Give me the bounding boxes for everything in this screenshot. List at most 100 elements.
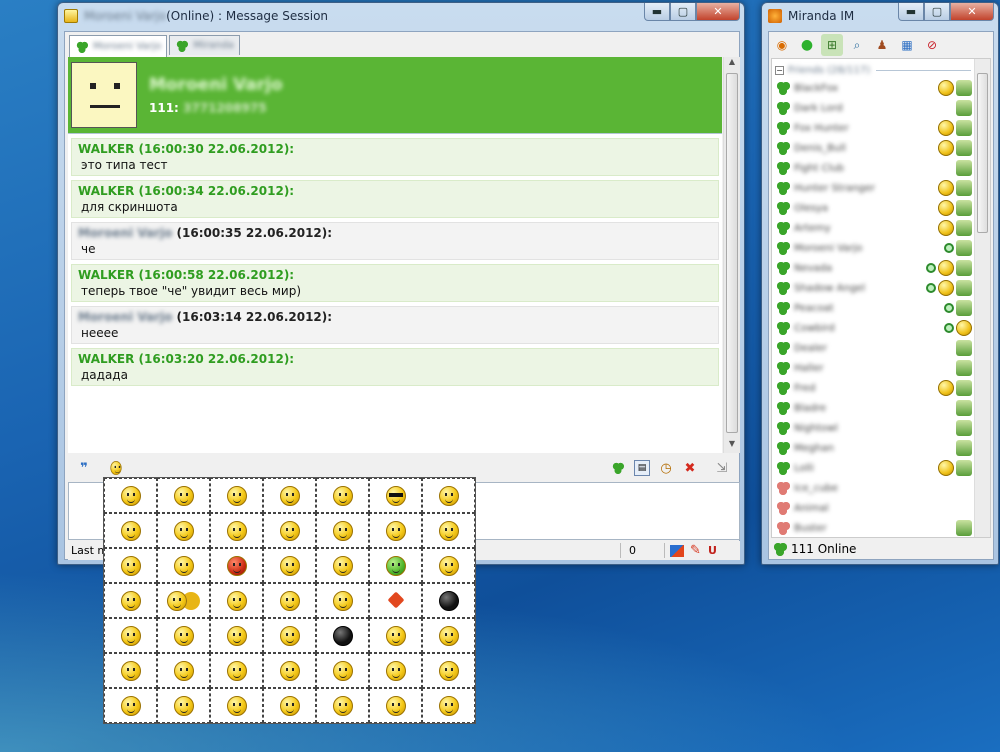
contact-avatar[interactable] [71,62,137,128]
contact-row[interactable]: Nightowl [776,419,972,437]
smiley-cell[interactable] [157,583,210,618]
smiley-cell[interactable] [104,513,157,548]
smiley-cell[interactable] [422,688,475,723]
scrollbar-thumb[interactable] [726,73,738,433]
contact-row[interactable]: Dark Lord [776,99,972,117]
close-button[interactable]: ✕ [950,3,994,21]
smiley-cell[interactable] [157,513,210,548]
maximize-button[interactable]: ▢ [924,3,950,21]
smiley-cell[interactable] [104,618,157,653]
smiley-cell[interactable] [210,478,263,513]
smiley-cell[interactable] [157,548,210,583]
smiley-cell[interactable] [369,583,422,618]
smiley-cell[interactable] [157,618,210,653]
contact-row[interactable]: Denis_Bull [776,139,972,157]
smiley-cell[interactable] [210,618,263,653]
tab-moroeni[interactable]: Moroeni Varjo [69,35,168,57]
smiley-cell[interactable] [369,513,422,548]
scroll-down-arrow-icon[interactable]: ▼ [724,439,740,453]
collapse-icon[interactable]: − [775,65,784,75]
contact-group[interactable]: − Friends (28/117) [775,63,971,77]
smiley-cell[interactable] [422,548,475,583]
account-icon[interactable]: ♟ [871,34,893,56]
smiley-cell[interactable] [263,548,316,583]
send-icon[interactable]: ⇲ [714,460,730,476]
status-online-icon[interactable]: ● [796,34,818,56]
smiley-cell[interactable] [422,513,475,548]
smiley-cell[interactable] [316,618,369,653]
find-user-icon[interactable]: ⌕ [846,34,868,56]
smiley-cell[interactable] [210,653,263,688]
log-scrollbar[interactable]: ▲ ▼ [723,57,740,453]
smiley-cell[interactable] [157,688,210,723]
close-session-icon[interactable]: ✖ [682,460,698,476]
contact-list-scrollbar[interactable] [974,59,990,537]
smiley-cell[interactable] [210,583,263,618]
protocol-icon[interactable] [610,460,626,476]
send-mode-icon[interactable] [670,544,684,557]
smiley-cell[interactable] [263,618,316,653]
contact-row[interactable]: Fred [776,379,972,397]
smiley-cell[interactable] [369,618,422,653]
contact-row[interactable]: Nevada [776,259,972,277]
smiley-cell[interactable] [104,583,157,618]
contact-row[interactable]: BlackFox [776,79,972,97]
smiley-cell[interactable] [263,583,316,618]
message-log[interactable]: WALKER (16:00:30 22.06.2012): это типа т… [68,133,722,453]
smiley-cell[interactable] [263,513,316,548]
contact-row[interactable]: Dealer [776,339,972,357]
smiley-cell[interactable] [210,513,263,548]
smiley-cell[interactable] [104,653,157,688]
contact-row[interactable]: Ice_cube [776,479,972,497]
scroll-up-arrow-icon[interactable]: ▲ [724,57,740,71]
contact-row[interactable]: Meghan [776,439,972,457]
miranda-statusbar[interactable]: 111 Online [771,539,991,559]
smiley-cell[interactable] [157,653,210,688]
smiley-cell[interactable] [422,478,475,513]
contact-row[interactable]: Fox Hunter [776,119,972,137]
contact-row[interactable]: Haller [776,359,972,377]
quote-icon[interactable]: ❞ [76,460,92,476]
smiley-cell[interactable] [369,548,422,583]
contact-row[interactable]: Artemy [776,219,972,237]
smiley-cell[interactable] [104,688,157,723]
scrollbar-thumb[interactable] [977,73,988,233]
contact-row[interactable]: Lolli [776,459,972,477]
sound-toggle-icon[interactable]: ⊘ [921,34,943,56]
contact-list[interactable]: − Friends (28/117) BlackFox Dark Lord Fo… [771,58,991,538]
smiley-cell[interactable] [422,618,475,653]
smiley-cell[interactable] [104,548,157,583]
smiley-cell[interactable] [157,478,210,513]
options-icon[interactable]: ▦ [896,34,918,56]
maximize-button[interactable]: ▢ [670,3,696,21]
smiley-cell[interactable] [263,653,316,688]
tab-second[interactable]: Miranda [169,35,240,55]
contact-row[interactable]: Fight Club [776,159,972,177]
main-menu-icon[interactable]: ◉ [771,34,793,56]
contact-row[interactable]: Olesya [776,199,972,217]
contact-row[interactable]: Cowbird [776,319,972,337]
smiley-cell[interactable] [104,478,157,513]
smiley-cell[interactable] [369,478,422,513]
minimize-button[interactable]: ▬ [644,3,670,21]
message-window-titlebar[interactable]: Moroeni Varjo (Online) : Message Session [58,3,744,29]
unicode-icon[interactable]: U [708,544,717,557]
contact-row[interactable]: Buster [776,519,972,537]
smiley-cell[interactable] [316,653,369,688]
smiley-cell[interactable] [316,478,369,513]
smiley-cell[interactable] [369,653,422,688]
contact-row[interactable]: Moroeni Varjo [776,239,972,257]
smiley-cell[interactable] [422,653,475,688]
contact-row[interactable]: Bladre [776,399,972,417]
smiley-cell[interactable] [369,688,422,723]
smiley-cell[interactable] [263,688,316,723]
smiley-cell[interactable] [210,548,263,583]
contact-row[interactable]: Peacoat [776,299,972,317]
contact-row[interactable]: Animal [776,499,972,517]
close-button[interactable]: ✕ [696,3,740,21]
smiley-button[interactable] [108,460,124,476]
user-details-icon[interactable]: ▤ [634,460,650,476]
minimize-button[interactable]: ▬ [898,3,924,21]
smiley-cell[interactable] [422,583,475,618]
smiley-cell[interactable] [263,478,316,513]
